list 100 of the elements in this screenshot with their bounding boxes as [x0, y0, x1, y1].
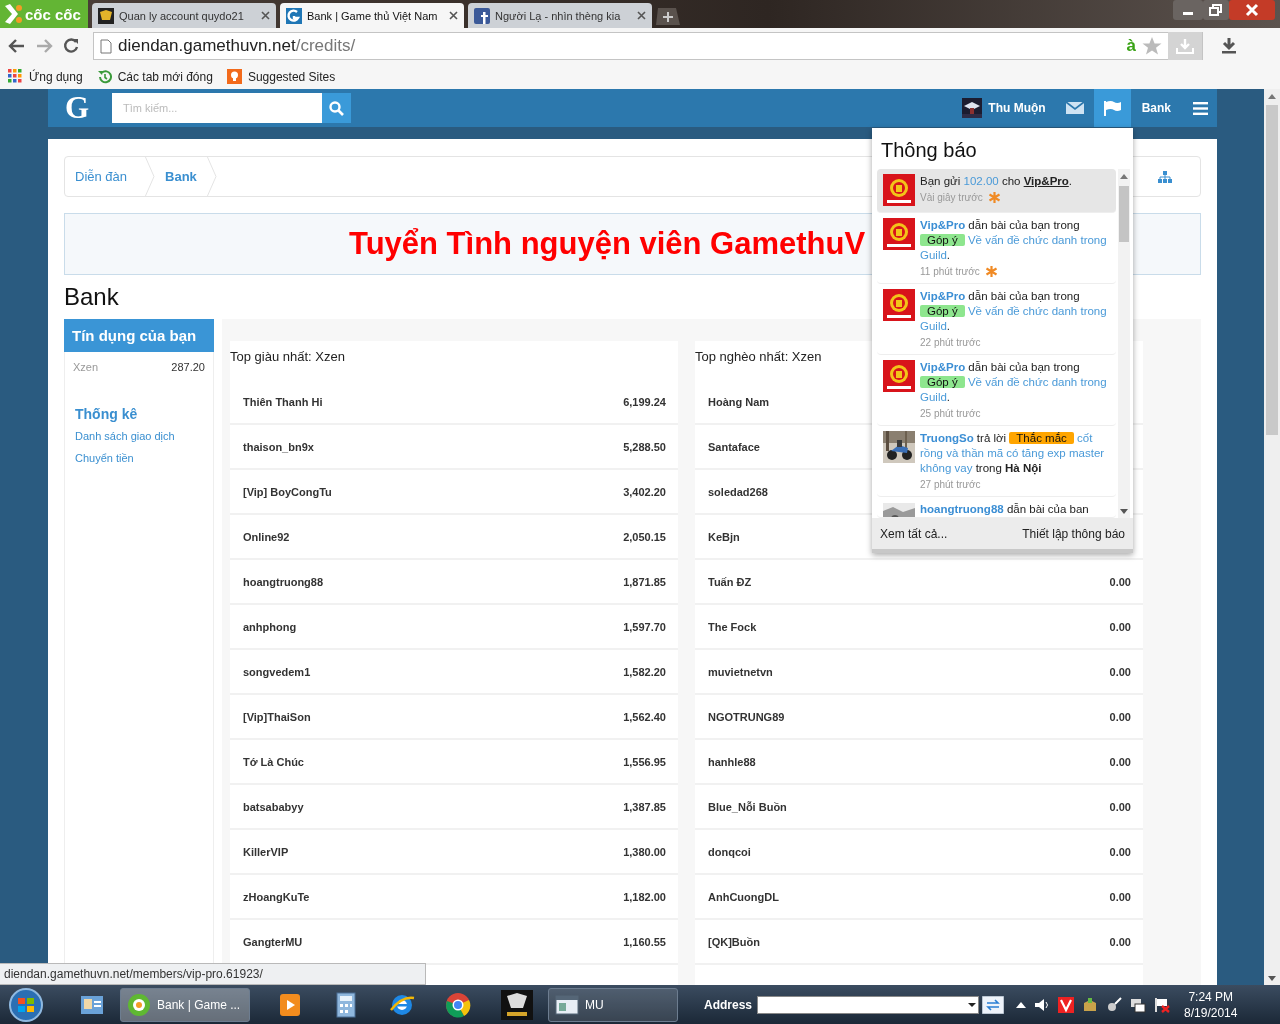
member-name[interactable]: [Vip] BoyCongTu [243, 485, 332, 498]
go-icon[interactable] [982, 995, 1005, 1014]
member-name[interactable]: anhphong [243, 620, 297, 633]
start-button[interactable] [6, 986, 46, 1023]
bookmark-link[interactable]: Suggested Sites [226, 69, 336, 84]
browser-tab[interactable]: Bank | Game thủ Việt Nam [280, 3, 464, 28]
member-name[interactable]: hoangtruong88 [243, 575, 324, 588]
scroll-up-icon[interactable] [1268, 94, 1276, 99]
nav-tab[interactable]: Bank [1130, 89, 1184, 127]
notification-item[interactable]: Vip&Pro dẫn bài của bạn trong Góp ý Về vấn đề chức danh trong Guild. 22 phút trước [877, 284, 1116, 355]
user-name[interactable]: Thu Muộn [988, 101, 1046, 115]
credit-amount: 5,288.50 [623, 440, 666, 453]
member-name[interactable]: [QK]Buồn [708, 935, 760, 948]
speaker-icon[interactable] [1034, 997, 1051, 1012]
see-all-link[interactable]: Xem tất cả... [880, 526, 948, 541]
member-name[interactable]: AnhCuongDL [708, 890, 779, 903]
browser-icon[interactable] [445, 991, 471, 1018]
notification-item[interactable]: TruongSo trả lời Thắc mắc cốt rồng và thần mã có tăng exp master không vay trong Hà Nội 27 phút trước [877, 426, 1116, 497]
scroll-down-icon[interactable] [1268, 976, 1276, 981]
address-field[interactable] [757, 995, 980, 1014]
member-name[interactable]: GangterMU [243, 935, 303, 948]
credit-amount: 0.00 [1109, 710, 1131, 723]
tray-arrow-icon[interactable] [1016, 1000, 1027, 1009]
unread-icon [985, 266, 997, 277]
user-link[interactable]: hoangtruong88 [920, 503, 1004, 515]
close-icon[interactable] [637, 11, 646, 20]
timestamp: 27 phút trước [920, 479, 981, 490]
new-tab-icon[interactable] [654, 6, 682, 26]
site-logo[interactable]: G [65, 90, 96, 126]
member-name[interactable]: donqcoi [708, 845, 751, 858]
close-icon[interactable] [1229, 0, 1275, 20]
taskbar-button[interactable]: MU [548, 987, 678, 1022]
notification-item[interactable]: Vip&Pro dẫn bài của bạn trong Góp ý Về vấn đề chức danh trong Guild. 11 phút trước [877, 213, 1116, 284]
scrollbar[interactable] [1118, 169, 1130, 518]
scrollbar[interactable] [1264, 89, 1280, 985]
scroll-thumb[interactable] [1119, 186, 1129, 242]
account-name: Xzen [73, 361, 99, 373]
member-name[interactable]: Hoàng Nam [708, 395, 770, 408]
member-name[interactable]: Santaface [708, 440, 760, 453]
browser-tab[interactable]: Quan ly account quydo21 [92, 3, 276, 28]
reload-icon[interactable] [62, 37, 80, 55]
user-link[interactable]: Vip&Pro [920, 219, 966, 231]
media-icon[interactable] [277, 991, 303, 1018]
star-icon[interactable] [1142, 36, 1162, 56]
credit-amount: 1,582.20 [623, 665, 666, 678]
member-name[interactable]: muvietnetvn [708, 665, 773, 678]
close-icon[interactable] [261, 11, 270, 20]
member-name[interactable]: soledad268 [708, 485, 768, 498]
search-field[interactable]: Tìm kiếm... [112, 93, 322, 123]
game-icon[interactable] [501, 989, 533, 1020]
member-name[interactable]: songvedem1 [243, 665, 311, 678]
user-link[interactable]: TruongSo [920, 432, 974, 444]
nav-tab[interactable] [1093, 89, 1131, 127]
member-name[interactable]: batsababyy [243, 800, 304, 813]
browser-tab[interactable]: Người Lạ - nhìn thèng kia [468, 3, 652, 28]
minimize-icon[interactable] [1173, 0, 1203, 20]
back-icon[interactable] [8, 37, 26, 55]
bookmark-link[interactable]: Ứng dụng [8, 69, 83, 84]
member-name[interactable]: Blue_Nỗi Buồn [708, 800, 787, 813]
tray-icon[interactable] [1058, 996, 1075, 1013]
notification-item[interactable]: Vip&Pro dẫn bài của bạn trong Góp ý Về vấn đề chức danh trong Guild. 25 phút trước [877, 355, 1116, 426]
scroll-up-icon[interactable] [1120, 174, 1128, 179]
member-name[interactable]: thaison_bn9x [243, 440, 314, 453]
notification-text: TruongSo trả lời Thắc mắc cốt rồng và thần mã có tăng exp master không vay trong Hà Nội [920, 431, 1106, 476]
close-icon[interactable] [449, 11, 458, 20]
restore-icon[interactable] [1203, 0, 1229, 20]
user-link[interactable]: Vip&Pro [920, 361, 966, 373]
notification-item[interactable]: Bạn gửi 102.00 cho Vip&Pro. Vài giây trước [877, 169, 1116, 213]
member-name[interactable]: Thiên Thanh Hi [243, 395, 323, 408]
address-bar[interactable]: diendan.gamethuvn.net/credits/ à [93, 32, 1203, 60]
calculator-icon[interactable] [333, 991, 359, 1018]
download-icon[interactable] [1220, 37, 1238, 55]
user-link[interactable]: Vip&Pro [1023, 175, 1069, 187]
member-name[interactable]: [Vip]ThaiSon [243, 710, 311, 723]
network-icon[interactable] [1106, 996, 1123, 1013]
clock[interactable]: 7:24 PM 8/19/2014 [1184, 988, 1238, 1021]
sidebar-link[interactable]: Chuyển tiền [75, 452, 203, 464]
tray-icon[interactable] [1130, 996, 1147, 1013]
taskbar-button[interactable]: Bank | Game ... [120, 987, 250, 1022]
member-name[interactable]: zHoangKuTe [243, 890, 310, 903]
breadcrumb-link[interactable]: Diễn đàn [65, 169, 146, 184]
table-title: Top giàu nhất: Xzen [230, 349, 345, 366]
user-link[interactable]: Vip&Pro [920, 290, 966, 302]
member-name[interactable]: Tớ Là Chúc [243, 755, 304, 768]
scroll-thumb[interactable] [1266, 105, 1278, 435]
member-name[interactable]: NGOTRUNG89 [708, 710, 785, 723]
sitemap-icon[interactable] [1158, 170, 1172, 183]
sidebar-link[interactable]: Danh sách giao dịch [75, 430, 203, 442]
scroll-down-icon[interactable] [1120, 509, 1128, 514]
tray-icon[interactable] [1082, 996, 1099, 1013]
member-name[interactable]: KeBjn [708, 530, 740, 543]
member-name[interactable]: The Fock [708, 620, 757, 633]
search-button[interactable] [322, 93, 351, 123]
member-name[interactable]: Tuấn ĐZ [708, 575, 752, 588]
flag-icon[interactable] [1154, 996, 1171, 1013]
member-name[interactable]: hanhle88 [708, 755, 756, 768]
bookmark-link[interactable]: Các tab mới đóng [96, 69, 213, 84]
member-name[interactable]: Online92 [243, 530, 290, 543]
member-name[interactable]: KillerVIP [243, 845, 289, 858]
settings-link[interactable]: Thiết lập thông báo [1022, 526, 1125, 541]
